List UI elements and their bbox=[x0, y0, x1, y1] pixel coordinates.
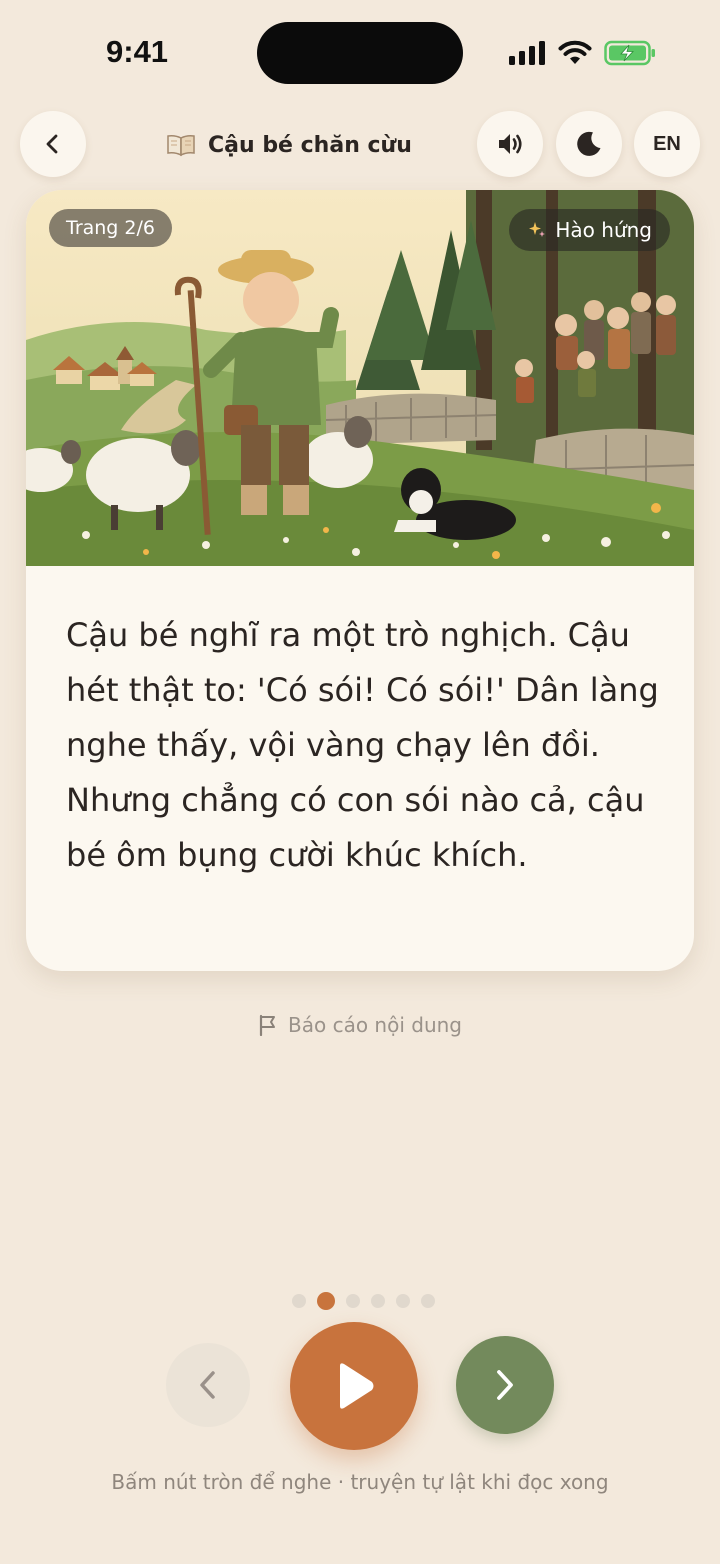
story-text: Cậu bé nghĩ ra một trò nghịch. Cậu hét t… bbox=[66, 616, 659, 874]
story-card: Trang 2/6 Hào hứng Cậu bé nghĩ ra một tr… bbox=[26, 190, 694, 971]
sparkles-icon bbox=[529, 222, 546, 237]
play-button[interactable] bbox=[290, 1322, 418, 1450]
page-dot[interactable] bbox=[346, 1294, 360, 1308]
story-title: Cậu bé chăn cừu bbox=[166, 125, 412, 165]
page-dot[interactable] bbox=[292, 1294, 306, 1308]
report-label: Báo cáo nội dung bbox=[288, 1013, 462, 1037]
page-indicator bbox=[292, 1292, 435, 1310]
moon-icon bbox=[577, 131, 601, 156]
next-page-button[interactable] bbox=[456, 1336, 554, 1434]
status-icons bbox=[508, 38, 656, 68]
mood-label: Hào hứng bbox=[555, 218, 652, 242]
speaker-icon bbox=[499, 134, 522, 154]
chevron-right-icon bbox=[497, 1370, 513, 1400]
page-badge: Trang 2/6 bbox=[49, 209, 172, 247]
chevron-left-icon bbox=[46, 134, 58, 154]
flag-icon bbox=[259, 1014, 275, 1036]
page-dot-active[interactable] bbox=[317, 1292, 335, 1310]
language-label: EN bbox=[653, 132, 681, 155]
sound-button[interactable] bbox=[477, 111, 543, 177]
page-dot[interactable] bbox=[421, 1294, 435, 1308]
battery-icon bbox=[604, 40, 655, 66]
mood-badge: Hào hứng bbox=[509, 209, 670, 251]
chevron-left-icon bbox=[200, 1371, 215, 1399]
report-content-link[interactable]: Báo cáo nội dung bbox=[258, 1010, 462, 1040]
playback-hint: Bấm nút tròn để nghe · truyện tự lật khi… bbox=[111, 1470, 609, 1494]
page-dot[interactable] bbox=[371, 1294, 385, 1308]
book-icon bbox=[167, 135, 195, 157]
night-mode-button[interactable] bbox=[556, 111, 622, 177]
page-dot[interactable] bbox=[396, 1294, 410, 1308]
signal-icon bbox=[509, 41, 545, 65]
story-title-text: Cậu bé chăn cừu bbox=[208, 132, 412, 158]
language-button[interactable]: EN bbox=[634, 111, 700, 177]
play-icon bbox=[340, 1363, 374, 1409]
back-button[interactable] bbox=[20, 111, 86, 177]
wifi-icon bbox=[558, 40, 592, 64]
previous-page-button[interactable] bbox=[166, 1343, 250, 1427]
status-bar: 9:41 bbox=[0, 0, 720, 100]
dynamic-island bbox=[257, 22, 463, 84]
status-time: 9:41 bbox=[106, 34, 169, 69]
